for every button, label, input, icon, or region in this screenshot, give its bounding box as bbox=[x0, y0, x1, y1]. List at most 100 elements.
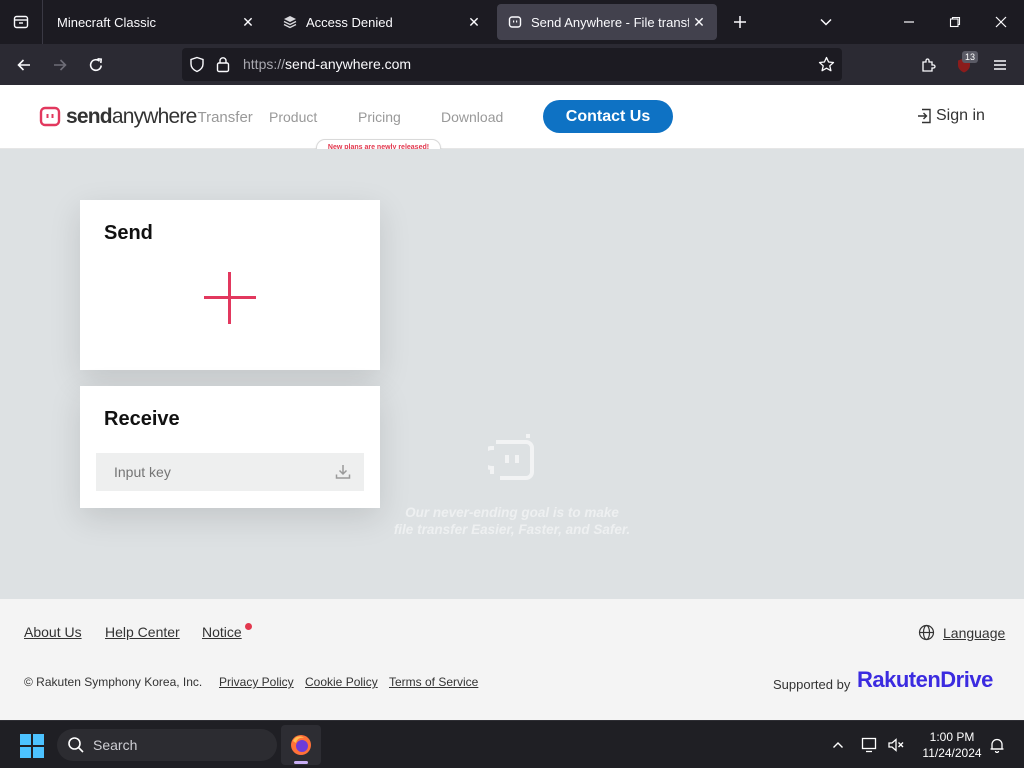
firefox-view-button[interactable] bbox=[0, 0, 42, 44]
arrow-right-icon bbox=[54, 59, 67, 71]
send-card-title: Send bbox=[104, 222, 153, 244]
firefox-icon bbox=[291, 735, 311, 755]
hero-tagline-line-1: Our never-ending goal is to make bbox=[405, 505, 619, 520]
url-host: send-anywhere.com bbox=[285, 56, 412, 72]
restore-button[interactable] bbox=[932, 0, 978, 44]
windows-logo-icon bbox=[33, 734, 44, 745]
search-label: Search bbox=[93, 737, 138, 753]
windows-taskbar: Search 1:00 PM 11/24/2024 bbox=[0, 720, 1024, 768]
hamburger-icon bbox=[994, 60, 1006, 70]
add-files-plus-icon[interactable] bbox=[204, 272, 256, 324]
contact-us-button[interactable]: Contact Us bbox=[543, 100, 673, 133]
puzzle-icon bbox=[922, 58, 936, 72]
lock-icon[interactable] bbox=[216, 56, 230, 78]
show-hidden-icons-button[interactable] bbox=[828, 721, 848, 768]
reload-button[interactable] bbox=[81, 50, 111, 80]
nav-download[interactable]: Download bbox=[441, 109, 503, 125]
access-denied-favicon-icon bbox=[282, 14, 298, 30]
windows-logo-icon bbox=[20, 747, 31, 758]
extension-badge: 13 bbox=[962, 51, 979, 63]
close-tab-icon[interactable]: ✕ bbox=[689, 12, 709, 32]
new-tab-button[interactable] bbox=[726, 8, 754, 36]
footer-terms-of-service[interactable]: Terms of Service bbox=[389, 675, 478, 689]
start-button[interactable] bbox=[20, 734, 44, 758]
forward-button[interactable] bbox=[45, 50, 75, 80]
footer-privacy-policy[interactable]: Privacy Policy bbox=[219, 675, 294, 689]
sign-in-label: Sign in bbox=[936, 107, 985, 124]
send-card[interactable]: Send bbox=[80, 200, 380, 370]
hero-section: Send Receive Our never-ending goal is to… bbox=[0, 149, 1024, 599]
send-anywhere-logo[interactable]: send anywhere Transfer bbox=[39, 105, 253, 129]
logo-send-text: send bbox=[66, 105, 113, 128]
active-app-indicator bbox=[294, 761, 308, 764]
site-header: send anywhere Transfer Product Pricing Dow… bbox=[0, 85, 1024, 149]
chevron-down-icon bbox=[820, 18, 832, 26]
navigation-toolbar: https://send-anywhere.com 13 bbox=[0, 44, 1024, 85]
globe-icon bbox=[918, 624, 935, 641]
logo-transfer-text: Transfer bbox=[197, 108, 253, 126]
send-anywhere-logo-icon bbox=[39, 106, 61, 127]
address-bar[interactable]: https://send-anywhere.com bbox=[182, 48, 842, 81]
system-clock[interactable]: 1:00 PM 11/24/2024 bbox=[912, 729, 992, 761]
firefox-view-icon bbox=[13, 15, 29, 29]
footer-help-center[interactable]: Help Center bbox=[105, 624, 180, 640]
reload-icon bbox=[89, 58, 103, 72]
back-button[interactable] bbox=[9, 50, 39, 80]
nav-pricing[interactable]: Pricing bbox=[358, 109, 401, 125]
receive-card: Receive bbox=[80, 386, 380, 508]
bookmark-star-icon[interactable] bbox=[818, 56, 835, 78]
language-selector[interactable]: Language bbox=[918, 624, 1005, 641]
network-status-button[interactable] bbox=[858, 721, 882, 768]
menu-button[interactable] bbox=[985, 50, 1015, 80]
tab-title: Send Anywhere - File transfer bbox=[531, 14, 689, 30]
close-window-button[interactable] bbox=[978, 0, 1024, 44]
footer-notice[interactable]: Notice bbox=[202, 624, 242, 640]
bell-icon bbox=[990, 738, 1004, 753]
notice-unread-dot bbox=[245, 623, 252, 630]
minimize-button[interactable] bbox=[886, 0, 932, 44]
supported-by-text: Supported by bbox=[773, 677, 851, 692]
close-tab-icon[interactable]: ✕ bbox=[238, 12, 258, 32]
tab-send-anywhere[interactable]: Send Anywhere - File transfer ✕ bbox=[497, 4, 717, 40]
plus-icon bbox=[734, 16, 746, 28]
windows-logo-icon bbox=[20, 734, 31, 745]
list-all-tabs-button[interactable] bbox=[812, 8, 840, 36]
clock-time: 1:00 PM bbox=[929, 730, 975, 744]
windows-logo-icon bbox=[33, 747, 44, 758]
close-tab-icon[interactable]: ✕ bbox=[464, 12, 484, 32]
receive-card-title: Receive bbox=[104, 408, 180, 430]
arrow-left-icon bbox=[17, 59, 30, 71]
taskbar-search[interactable]: Search bbox=[57, 729, 277, 761]
send-anywhere-watermark-icon bbox=[480, 432, 536, 487]
download-icon[interactable] bbox=[334, 463, 352, 481]
logo-anywhere-text: anywhere bbox=[111, 105, 197, 128]
minimize-icon bbox=[904, 21, 914, 23]
hero-tagline-line-2: file transfer Easier, Faster, and Safer. bbox=[393, 522, 631, 537]
monitor-icon bbox=[861, 737, 877, 753]
page-content: send anywhere Transfer Product Pricing Dow… bbox=[0, 85, 1024, 720]
search-icon bbox=[68, 737, 84, 753]
url-text[interactable]: https://send-anywhere.com bbox=[243, 48, 411, 81]
restore-icon bbox=[949, 16, 961, 28]
ublock-extension-button[interactable]: 13 bbox=[949, 50, 979, 80]
firefox-taskbar-button[interactable] bbox=[281, 725, 321, 765]
volume-button[interactable] bbox=[884, 721, 908, 768]
nav-product[interactable]: Product bbox=[269, 109, 317, 125]
sign-in-icon bbox=[918, 108, 931, 124]
drive-text: Drive bbox=[940, 667, 993, 692]
tab-strip: Minecraft Classic ✕ Access Denied ✕ Send… bbox=[0, 0, 1024, 44]
tab-minecraft-classic[interactable]: Minecraft Classic ✕ bbox=[44, 4, 266, 40]
hero-tagline: Our never-ending goal is to make file tr… bbox=[354, 504, 670, 538]
rakuten-text: Rakuten bbox=[857, 667, 941, 692]
sign-in-button[interactable]: Sign in bbox=[917, 107, 985, 125]
input-key-field[interactable] bbox=[96, 453, 364, 491]
notifications-button[interactable] bbox=[986, 721, 1008, 768]
speaker-muted-icon bbox=[888, 738, 904, 752]
extensions-button[interactable] bbox=[913, 50, 943, 80]
language-label: Language bbox=[943, 624, 1006, 641]
footer-cookie-policy[interactable]: Cookie Policy bbox=[305, 675, 378, 689]
shield-icon[interactable] bbox=[189, 56, 205, 78]
tab-access-denied[interactable]: Access Denied ✕ bbox=[270, 4, 492, 40]
rakuten-drive-logo[interactable]: RakutenDrive bbox=[857, 667, 993, 693]
footer-about-us[interactable]: About Us bbox=[24, 624, 82, 640]
